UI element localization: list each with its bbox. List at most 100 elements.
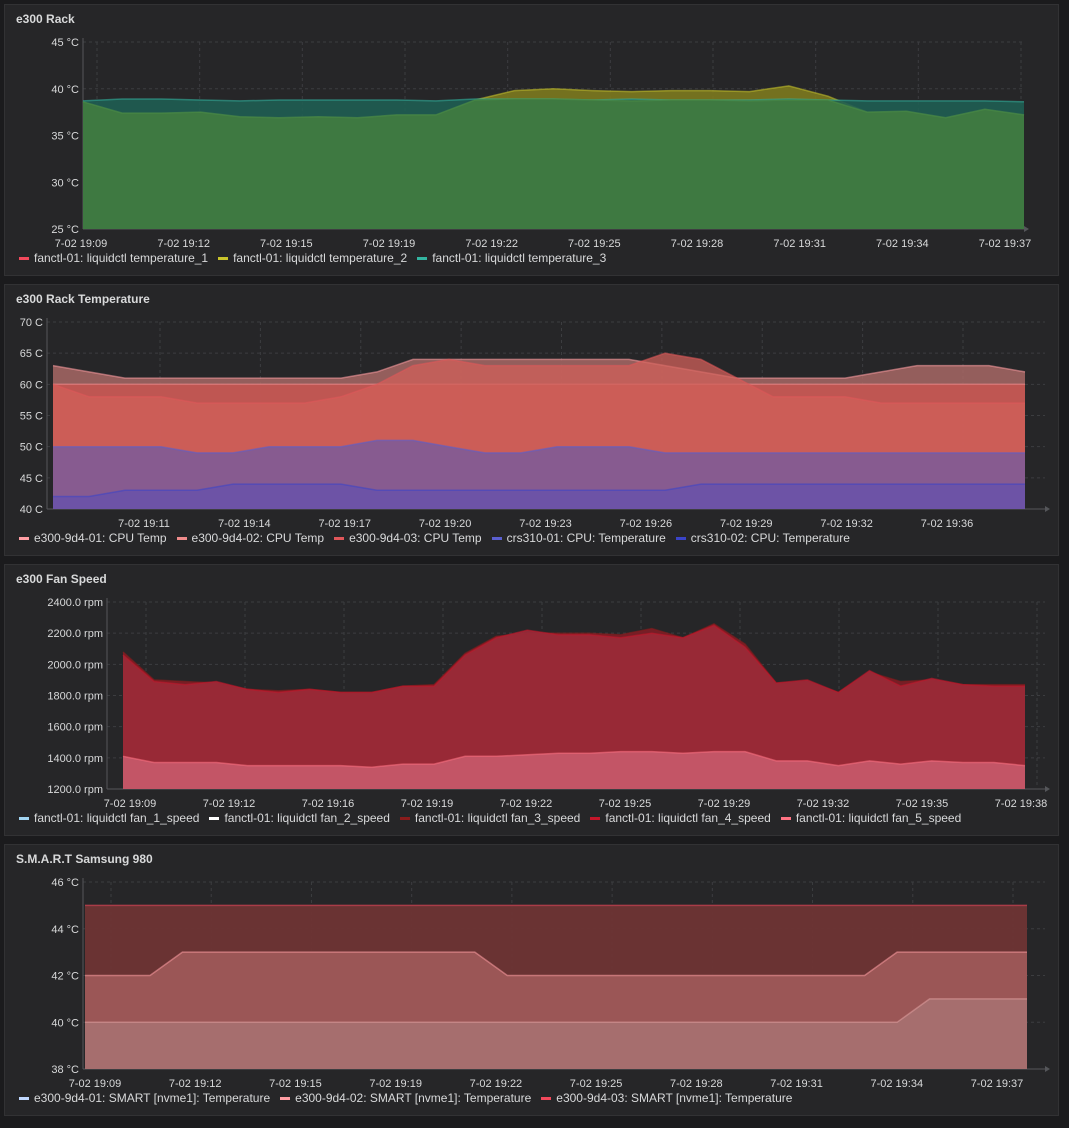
x-tick-label: 7-02 19:28 — [670, 1078, 723, 1090]
x-tick-label: 7-02 19:12 — [157, 238, 210, 250]
legend-label: e300-9d4-01: SMART [nvme1]: Temperature — [34, 1091, 271, 1105]
legend-item[interactable]: e300-9d4-01: SMART [nvme1]: Temperature — [19, 1091, 270, 1105]
x-tick-label: 7-02 19:36 — [921, 518, 974, 530]
legend-item[interactable]: fanctl-01: liquidctl fan_1_speed — [19, 811, 199, 825]
x-tick-label: 7-02 19:29 — [720, 518, 773, 530]
x-tick-label: 7-02 19:22 — [500, 798, 553, 810]
x-tick-label: 7-02 19:14 — [218, 518, 271, 530]
x-tick-label: 7-02 19:25 — [599, 798, 652, 810]
x-tick-label: 7-02 19:17 — [318, 518, 371, 530]
y-tick-label: 44 °C — [51, 924, 79, 936]
y-tick-label: 50 C — [20, 442, 43, 454]
legend-swatch — [491, 536, 502, 540]
y-tick-label: 46 °C — [51, 877, 79, 889]
x-tick-label: 7-02 19:09 — [69, 1078, 122, 1090]
legend-item[interactable]: fanctl-01: liquidctl fan_2_speed — [209, 811, 390, 825]
legend-label: crs310-02: CPU: Temperature — [690, 531, 850, 545]
x-tick-label: 7-02 19:11 — [118, 518, 170, 530]
y-tick-label: 65 C — [20, 348, 43, 360]
legend-swatch — [399, 816, 410, 820]
y-tick-label: 1600.0 rpm — [47, 722, 103, 734]
panel-e300-rack: e300 Rack 25 °C 30 °C 35 °C 40 °C 45 °C 7-02 … — [4, 4, 1059, 276]
legend-item[interactable]: e300-9d4-02: SMART [nvme1]: Temperature — [280, 1091, 531, 1105]
y-tick-label: 25 °C — [51, 224, 79, 236]
legend-label: fanctl-01: liquidctl temperature_3 — [432, 251, 607, 265]
y-tick-label: 1400.0 rpm — [47, 753, 103, 765]
x-tick-label: 7-02 19:34 — [876, 238, 929, 250]
legend-swatch — [780, 816, 791, 820]
y-tick-label: 1200.0 rpm — [47, 784, 103, 796]
legend-swatch — [417, 256, 428, 260]
x-tick-label: 7-02 19:19 — [401, 798, 454, 810]
y-tick-label: 1800.0 rpm — [47, 691, 103, 703]
legend-item[interactable]: fanctl-01: liquidctl fan_5_speed — [780, 811, 962, 825]
legend-label: fanctl-01: liquidctl fan_3_speed — [414, 811, 581, 825]
x-tick-label: 7-02 19:22 — [465, 238, 518, 250]
y-tick-label: 40 °C — [51, 84, 79, 96]
x-axis-arrow — [1045, 786, 1050, 792]
x-tick-label: 7-02 19:12 — [203, 798, 256, 810]
x-tick-label: 7-02 19:26 — [620, 518, 673, 530]
x-tick-label: 7-02 19:37 — [971, 1078, 1024, 1090]
y-tick-label: 45 C — [20, 473, 43, 485]
x-tick-label: 7-02 19:09 — [104, 798, 157, 810]
legend-swatch — [280, 1096, 291, 1100]
x-tick-label: 7-02 19:16 — [302, 798, 355, 810]
chart-e300-rack-temperature[interactable]: 40 C 45 C 50 C 55 C 60 C 65 C 70 C 7-02 19:11 7-… — [5, 285, 1060, 557]
legend-item[interactable]: e300-9d4-01: CPU Temp — [19, 531, 167, 545]
legend-swatch — [19, 816, 29, 820]
legend-label: e300-9d4-02: SMART [nvme1]: Temperature — [295, 1091, 532, 1105]
x-tick-label: 7-02 19:28 — [671, 238, 724, 250]
legend-swatch — [19, 256, 29, 260]
legend-label: fanctl-01: liquidctl temperature_2 — [233, 251, 408, 265]
legend-label: fanctl-01: liquidctl temperature_1 — [34, 251, 209, 265]
legend-swatch — [19, 1096, 29, 1100]
x-tick-label: 7-02 19:32 — [797, 798, 850, 810]
legend-item[interactable]: crs310-01: CPU: Temperature — [491, 531, 666, 545]
x-tick-label: 7-02 19:22 — [470, 1078, 523, 1090]
y-tick-label: 70 C — [20, 317, 43, 329]
x-tick-label: 7-02 19:19 — [363, 238, 416, 250]
legend-item[interactable]: fanctl-01: liquidctl temperature_2 — [218, 251, 407, 265]
x-tick-label: 7-02 19:19 — [369, 1078, 422, 1090]
x-tick-label: 7-02 19:12 — [169, 1078, 222, 1090]
legend-swatch — [541, 1096, 552, 1100]
legend-item[interactable]: e300-9d4-02: CPU Temp — [176, 531, 325, 545]
y-tick-label: 30 °C — [51, 177, 79, 189]
y-tick-label: 38 °C — [51, 1064, 79, 1076]
x-tick-label: 7-02 19:31 — [770, 1078, 823, 1090]
legend-label: e300-9d4-02: CPU Temp — [191, 531, 325, 545]
legend-label: fanctl-01: liquidctl fan_4_speed — [605, 811, 771, 825]
legend-item[interactable]: fanctl-01: liquidctl fan_3_speed — [399, 811, 581, 825]
legend: fanctl-01: liquidctl temperature_1 fanctl… — [19, 251, 616, 265]
x-tick-label: 7-02 19:25 — [570, 1078, 623, 1090]
legend-item[interactable]: crs310-02: CPU: Temperature — [675, 531, 850, 545]
legend-label: e300-9d4-03: SMART [nvme1]: Temperature — [556, 1091, 793, 1105]
x-tick-label: 7-02 19:32 — [820, 518, 873, 530]
y-tick-label: 2400.0 rpm — [47, 597, 103, 609]
legend-label: fanctl-01: liquidctl fan_5_speed — [795, 811, 962, 825]
x-tick-label: 7-02 19:29 — [698, 798, 751, 810]
y-tick-label: 42 °C — [51, 971, 79, 983]
legend-swatch — [218, 256, 229, 260]
series-area — [83, 99, 1024, 229]
legend-swatch — [209, 816, 220, 820]
y-tick-label: 60 C — [20, 379, 43, 391]
x-tick-label: 7-02 19:25 — [568, 238, 621, 250]
chart-e300-fan-speed[interactable]: 1200.0 rpm 1400.0 rpm 1600.0 rpm 1800.0 rpm… — [5, 565, 1060, 837]
legend-item[interactable]: fanctl-01: liquidctl temperature_1 — [19, 251, 208, 265]
x-tick-label: 7-02 19:15 — [269, 1078, 322, 1090]
legend-item[interactable]: e300-9d4-03: CPU Temp — [334, 531, 482, 545]
legend-swatch — [590, 816, 601, 820]
chart-e300-rack[interactable]: 25 °C 30 °C 35 °C 40 °C 45 °C 7-02 19:09 7-02 … — [5, 5, 1060, 277]
x-tick-label: 7-02 19:35 — [896, 798, 949, 810]
legend-item[interactable]: fanctl-01: liquidctl fan_4_speed — [590, 811, 771, 825]
chart-smart-samsung-980[interactable]: 38 °C 40 °C 42 °C 44 °C 46 °C 7-02 19:09 7-02 … — [5, 845, 1060, 1117]
y-tick-label: 40 °C — [51, 1017, 79, 1029]
legend-item[interactable]: e300-9d4-03: SMART [nvme1]: Temperature — [541, 1091, 792, 1105]
legend: fanctl-01: liquidctl fan_1_speed fanctl-0… — [19, 811, 971, 825]
legend-item[interactable]: fanctl-01: liquidctl temperature_3 — [417, 251, 606, 265]
legend-swatch — [176, 536, 187, 540]
legend: e300-9d4-01: CPU Temp e300-9d4-02: CPU Te… — [19, 531, 860, 545]
y-tick-label: 45 °C — [51, 37, 79, 49]
